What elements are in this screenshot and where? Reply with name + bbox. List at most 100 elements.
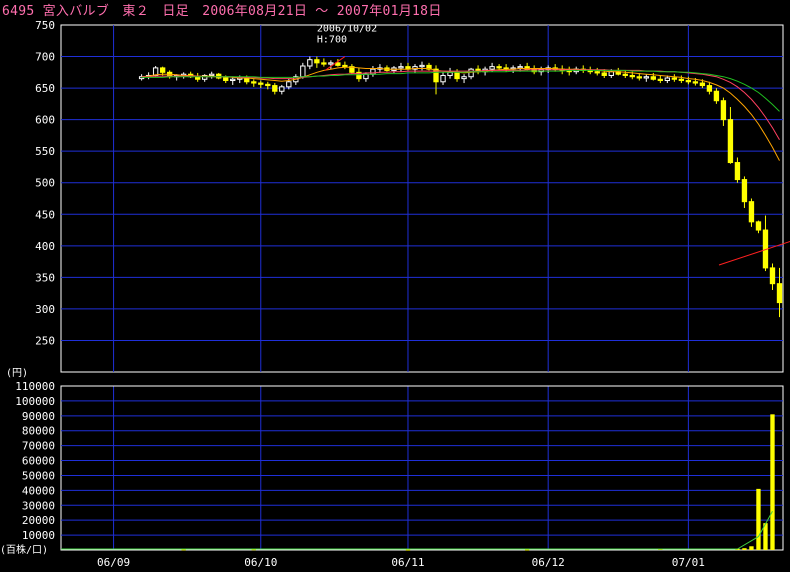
price-annotations: 2006/10/02H:7002007/01/18L:287 xyxy=(317,24,790,266)
candle-body xyxy=(769,267,776,285)
candle xyxy=(720,97,727,126)
candle-body xyxy=(727,119,734,164)
high-annotation-value: H:700 xyxy=(317,35,347,46)
x-tick-label: 07/01 xyxy=(672,556,705,569)
candle xyxy=(552,64,558,72)
volume-tick-label: 70000 xyxy=(22,440,55,453)
price-tick-label: 400 xyxy=(35,240,55,253)
candle xyxy=(594,67,600,76)
candle-body xyxy=(272,85,278,92)
volume-tick-label: 90000 xyxy=(22,410,55,423)
candle-body xyxy=(370,68,376,75)
volume-bar xyxy=(742,548,747,550)
candle-body xyxy=(328,62,334,65)
candle xyxy=(468,67,474,80)
candle-body xyxy=(314,59,320,64)
candle-body xyxy=(419,64,425,68)
volume-tick-label: 100000 xyxy=(15,395,55,408)
candle-body xyxy=(776,283,783,304)
candle-body xyxy=(335,62,341,66)
candle-body xyxy=(209,73,215,76)
price-tick-label: 650 xyxy=(35,82,55,95)
candle-body xyxy=(307,59,313,67)
price-tick-label: 300 xyxy=(35,303,55,316)
volume-bar xyxy=(181,549,186,551)
candle xyxy=(398,62,404,72)
candle-body xyxy=(685,80,692,83)
candle-body xyxy=(601,72,607,76)
candle xyxy=(272,83,278,95)
candle-body xyxy=(230,78,236,82)
candle xyxy=(307,56,313,70)
candle xyxy=(769,263,776,290)
candle xyxy=(762,215,769,272)
candle-body xyxy=(657,78,664,82)
candle xyxy=(370,66,376,77)
candle xyxy=(713,88,720,104)
candle-body xyxy=(286,81,292,88)
candle xyxy=(209,71,215,79)
candle xyxy=(314,56,320,68)
candle-body xyxy=(342,64,348,68)
volume-tick-label: 60000 xyxy=(22,455,55,468)
candle-body xyxy=(496,66,502,69)
candle-body xyxy=(489,66,495,70)
price-moving-averages xyxy=(141,66,780,161)
candle xyxy=(741,176,748,208)
candle xyxy=(321,58,327,67)
candle-body xyxy=(363,73,369,80)
candle-body xyxy=(159,67,166,73)
candle-body xyxy=(223,77,229,82)
candle-body xyxy=(678,78,685,82)
candle-body xyxy=(664,77,671,82)
stock-chart: 2006/10/02H:7002007/01/18L:287 250 300 350… xyxy=(0,19,790,569)
candle-body xyxy=(636,76,642,79)
candle-body xyxy=(650,76,656,80)
candle xyxy=(251,79,257,87)
x-tick-label: 06/10 xyxy=(244,556,277,569)
volume-frame xyxy=(60,385,784,551)
candle-body xyxy=(321,62,327,65)
candle xyxy=(342,61,348,70)
price-tick-label: 600 xyxy=(35,114,55,127)
candle-body xyxy=(517,66,523,69)
candle xyxy=(524,62,530,71)
candle-body xyxy=(258,82,264,85)
candle-body xyxy=(461,76,467,80)
volume-grid xyxy=(60,385,784,551)
volume-tick-label: 30000 xyxy=(22,499,55,512)
candle xyxy=(447,67,453,79)
volume-tick-label: 110000 xyxy=(15,380,55,393)
volume-tick-label: 50000 xyxy=(22,469,55,482)
price-candles xyxy=(138,56,783,318)
candle-body xyxy=(734,162,741,181)
x-tick-label: 06/12 xyxy=(532,556,565,569)
candle-body xyxy=(643,76,649,79)
volume-tick-label: 40000 xyxy=(22,484,55,497)
high-annotation-date: 2006/10/02 xyxy=(317,24,377,35)
candle-body xyxy=(629,74,635,78)
candle-body xyxy=(741,179,748,203)
ma-long-line xyxy=(141,69,780,112)
candle xyxy=(650,72,656,81)
ma-short-line xyxy=(141,66,780,161)
candle xyxy=(706,81,713,95)
candle xyxy=(440,72,446,85)
price-unit-label: (円) xyxy=(6,368,28,379)
candle-body xyxy=(279,86,285,92)
candle xyxy=(195,72,201,82)
candle-body xyxy=(398,66,404,69)
candle-body xyxy=(692,81,699,84)
candle-body xyxy=(265,83,271,87)
candle-body xyxy=(300,65,306,78)
price-tick-label: 500 xyxy=(35,177,55,190)
volume-bar xyxy=(756,488,761,550)
candle xyxy=(545,65,551,73)
candle-body xyxy=(713,90,720,102)
candle-body xyxy=(251,81,257,84)
candle xyxy=(748,198,755,227)
candle xyxy=(678,75,685,84)
candle-body xyxy=(755,221,762,231)
candle xyxy=(384,65,390,72)
candle-body xyxy=(699,82,706,87)
